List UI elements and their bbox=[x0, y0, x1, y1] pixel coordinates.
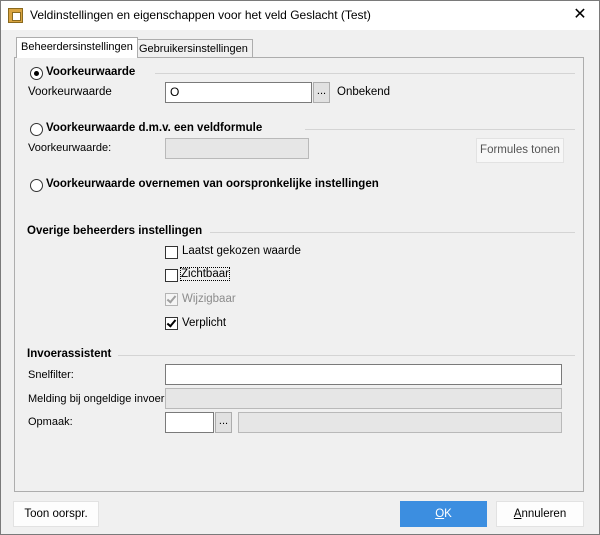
format-preview bbox=[238, 412, 562, 433]
last-chosen-label: Laatst gekozen waarde bbox=[182, 245, 301, 257]
title-bar[interactable]: Veldinstellingen en eigenschappen voor h… bbox=[1, 1, 599, 30]
checkmark-icon bbox=[166, 293, 177, 304]
default-value-input[interactable]: O bbox=[165, 82, 312, 103]
section-divider bbox=[210, 232, 575, 233]
default-value-radio[interactable] bbox=[30, 67, 43, 80]
required-label: Verplicht bbox=[182, 317, 227, 329]
formula-option-label: Voorkeurwaarde d.m.v. een veldformule bbox=[46, 122, 263, 134]
other-settings-heading: Overige beheerders instellingen bbox=[27, 225, 203, 237]
window-title: Veldinstellingen en eigenschappen voor h… bbox=[30, 8, 371, 22]
format-browse-button[interactable]: ... bbox=[215, 412, 232, 433]
close-icon[interactable]: ✕ bbox=[567, 4, 593, 26]
quickfilter-input[interactable] bbox=[165, 364, 562, 385]
section-divider bbox=[155, 73, 575, 74]
default-value-field-label: Voorkeurwaarde bbox=[28, 86, 112, 98]
editable-checkbox bbox=[165, 293, 178, 306]
show-formulas-button[interactable]: Formules tonen bbox=[476, 138, 564, 163]
formula-radio[interactable] bbox=[30, 123, 43, 136]
format-label: Opmaak: bbox=[28, 416, 73, 428]
tab-panel: Voorkeurwaarde Voorkeurwaarde O ... Onbe… bbox=[14, 57, 584, 492]
default-value-option-label: Voorkeurwaarde bbox=[46, 66, 136, 78]
visible-label: Zichtbaar bbox=[180, 267, 230, 281]
tab-gebruikersinstellingen[interactable]: Gebruikersinstellingen bbox=[134, 39, 253, 59]
app-icon bbox=[8, 8, 23, 23]
tab-beheerdersinstellingen[interactable]: Beheerdersinstellingen bbox=[16, 37, 138, 58]
invalid-message-label: Melding bij ongeldige invoer: bbox=[28, 393, 168, 405]
inherit-option-label: Voorkeurwaarde overnemen van oorspronkel… bbox=[46, 178, 379, 190]
section-divider bbox=[305, 129, 575, 130]
input-assistant-heading: Invoerassistent bbox=[27, 348, 112, 360]
default-value-resolved-text: Onbekend bbox=[337, 86, 391, 98]
inherit-radio[interactable] bbox=[30, 179, 43, 192]
quickfilter-label: Snelfilter: bbox=[28, 369, 74, 381]
invalid-message-input bbox=[165, 388, 562, 409]
section-divider bbox=[118, 355, 575, 356]
editable-label: Wijzigbaar bbox=[182, 293, 236, 305]
visible-checkbox[interactable] bbox=[165, 269, 178, 282]
format-input[interactable] bbox=[165, 412, 214, 433]
checkmark-icon bbox=[166, 317, 177, 328]
formula-input bbox=[165, 138, 309, 159]
default-value-browse-button[interactable]: ... bbox=[313, 82, 330, 103]
formula-field-label: Voorkeurwaarde: bbox=[28, 142, 112, 154]
dialog-window: Veldinstellingen en eigenschappen voor h… bbox=[0, 0, 600, 535]
ok-button[interactable]: OK bbox=[400, 501, 487, 527]
cancel-button[interactable]: Annuleren bbox=[496, 501, 584, 527]
last-chosen-checkbox[interactable] bbox=[165, 246, 178, 259]
required-checkbox[interactable] bbox=[165, 317, 178, 330]
reset-original-button[interactable]: Toon oorspr. bbox=[13, 501, 99, 527]
